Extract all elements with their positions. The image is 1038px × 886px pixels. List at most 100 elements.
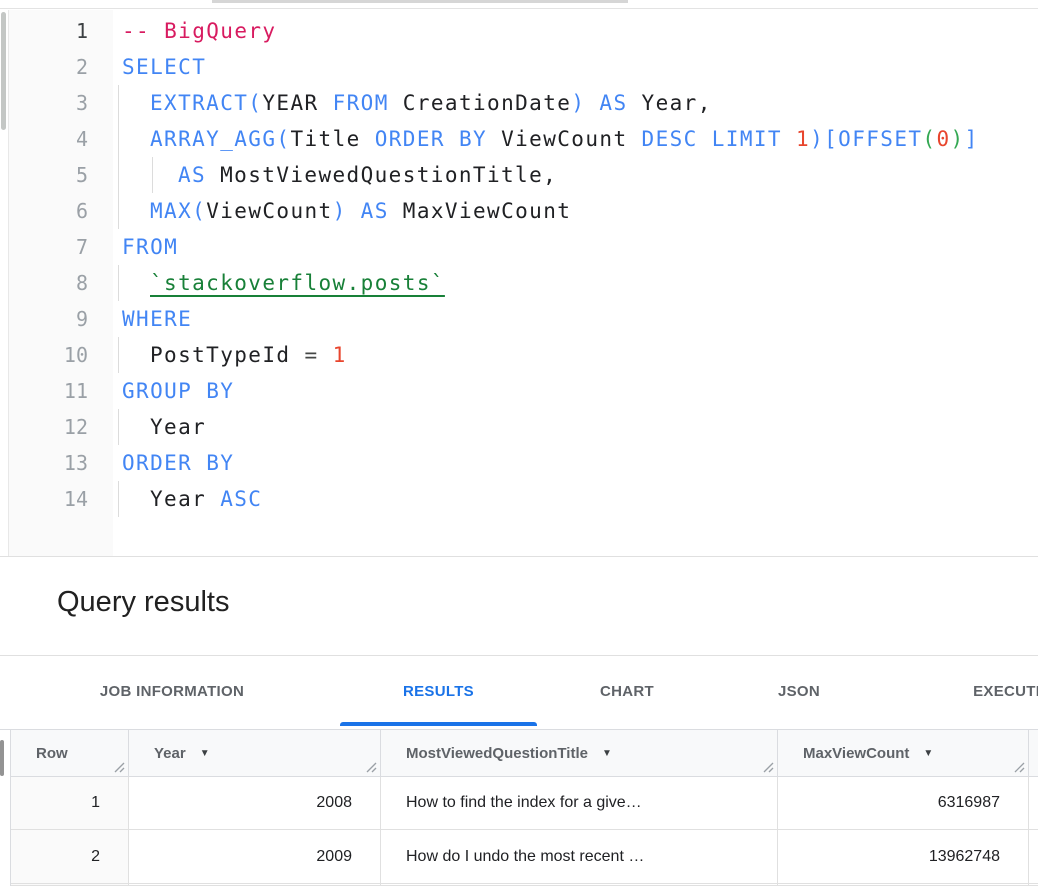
- table-reference-link[interactable]: `stackoverflow.posts`: [150, 271, 445, 295]
- code-text: -- BigQuery: [122, 13, 276, 49]
- code-line-10: 10 PostTypeId = 1: [0, 337, 1038, 373]
- code-text: WHERE: [122, 301, 192, 337]
- code-token-op: =: [304, 343, 332, 367]
- code-text: MAX(ViewCount) AS MaxViewCount: [122, 193, 571, 229]
- line-number: 6: [9, 193, 88, 229]
- cell-title: How do I undo the most recent …: [381, 830, 778, 884]
- code-token-kw: GROUP BY: [122, 379, 234, 403]
- tab-execution-details[interactable]: EXECUTION DETAILS: [903, 656, 1038, 726]
- editor-tabbar-edge: [0, 0, 1038, 9]
- table-row: 22009How do I undo the most recent …1396…: [11, 830, 1038, 884]
- code-token-kw: ) AS: [333, 199, 403, 223]
- code-text: Year ASC: [122, 481, 262, 517]
- cell-extra: [1029, 777, 1038, 830]
- code-line-9: 9WHERE: [0, 301, 1038, 337]
- cell-row: 1: [11, 777, 129, 830]
- code-text: EXTRACT(YEAR FROM CreationDate) AS Year,: [122, 85, 712, 121]
- code-line-12: 12 Year: [0, 409, 1038, 445]
- column-resize-handle[interactable]: [761, 760, 775, 774]
- table-row: 12008How to find the index for a give…63…: [11, 777, 1038, 830]
- code-token-num: 0: [936, 127, 950, 151]
- column-header-year[interactable]: Year ▼: [129, 730, 381, 777]
- editor-tab-bottom-edge: [212, 0, 628, 3]
- code-token-kw: ASC: [220, 487, 262, 511]
- code-token-num: 1: [333, 343, 347, 367]
- results-scrollbar-thumb[interactable]: [0, 740, 4, 776]
- line-number: 14: [9, 481, 88, 517]
- code-token-num: 1: [796, 127, 810, 151]
- code-lines: 1-- BigQuery2SELECT3EXTRACT(YEAR FROM Cr…: [0, 13, 1038, 517]
- tab-chart[interactable]: CHART: [561, 656, 693, 726]
- code-line-1: 1-- BigQuery: [0, 13, 1038, 49]
- code-token-comment: -- BigQuery: [122, 19, 276, 43]
- line-number: 7: [9, 229, 88, 265]
- code-text: Year: [122, 409, 206, 445]
- column-header-max[interactable]: MaxViewCount▼: [778, 730, 1029, 777]
- tab-results[interactable]: RESULTS: [340, 656, 537, 726]
- code-token-kw: )[OFFSET: [810, 127, 922, 151]
- code-token-kw: SELECT: [122, 55, 206, 79]
- line-number: 13: [9, 445, 88, 481]
- query-results-title: Query results: [57, 586, 229, 619]
- code-text: PostTypeId = 1: [122, 337, 347, 373]
- indent-guide: [118, 481, 119, 517]
- table-header-row: RowYear▼MostViewedQuestionTitle▼MaxViewC…: [11, 730, 1038, 777]
- results-table: RowYear▼MostViewedQuestionTitle▼MaxViewC…: [10, 730, 1038, 886]
- tab-json[interactable]: JSON: [743, 656, 855, 726]
- code-line-6: 6 MAX(ViewCount) AS MaxViewCount: [0, 193, 1038, 229]
- sql-editor[interactable]: 1-- BigQuery2SELECT3EXTRACT(YEAR FROM Cr…: [0, 10, 1038, 556]
- line-number: 11: [9, 373, 88, 409]
- code-token-kw: ) AS: [571, 91, 641, 115]
- column-label: MostViewedQuestionTitle: [406, 745, 588, 762]
- code-token-id: ViewCount: [501, 127, 641, 151]
- code-line-11: 11 GROUP BY: [0, 373, 1038, 409]
- column-menu-arrow-icon[interactable]: ▼: [200, 748, 210, 759]
- code-line-2: 2 SELECT: [0, 49, 1038, 85]
- indent-guide: [118, 193, 119, 229]
- cell-row: 2: [11, 830, 129, 884]
- code-token-id: Year: [150, 487, 220, 511]
- indent-guide: [118, 265, 119, 301]
- code-line-14: 14 Year ASC: [0, 481, 1038, 517]
- column-label: Year: [154, 745, 186, 762]
- column-header-title[interactable]: MostViewedQuestionTitle ▼: [381, 730, 778, 777]
- line-number: 3: [9, 85, 88, 121]
- code-line-13: 13 ORDER BY: [0, 445, 1038, 481]
- line-number: 4: [9, 121, 88, 157]
- code-token-kw: ARRAY_AGG(: [150, 127, 290, 151]
- line-number: 2: [9, 49, 88, 85]
- code-token-p2: (: [922, 127, 936, 151]
- code-text: SELECT: [122, 49, 206, 85]
- column-resize-handle[interactable]: [112, 760, 126, 774]
- code-token-kw: WHERE: [122, 307, 192, 331]
- column-header-extra: [1029, 730, 1038, 777]
- column-resize-handle[interactable]: [1012, 760, 1026, 774]
- tab-job-information[interactable]: JOB INFORMATION: [34, 656, 310, 726]
- code-token-id: MostViewedQuestionTitle,: [220, 163, 557, 187]
- column-menu-arrow-icon[interactable]: ▼: [923, 748, 933, 759]
- column-resize-handle[interactable]: [364, 760, 378, 774]
- code-token-kw: DESC LIMIT: [642, 127, 796, 151]
- cell-title: How to find the index for a give…: [381, 777, 778, 830]
- code-line-4: 4ARRAY_AGG(Title ORDER BY ViewCount DESC…: [0, 121, 1038, 157]
- editor-results-divider: [0, 556, 1038, 557]
- code-token-id: CreationDate: [403, 91, 572, 115]
- line-number: 10: [9, 337, 88, 373]
- code-token-p2: ): [951, 127, 965, 151]
- code-token-kw: FROM: [122, 235, 178, 259]
- line-number: 12: [9, 409, 88, 445]
- cell-year: 2008: [129, 777, 381, 830]
- column-header-row: Row: [11, 730, 129, 777]
- code-token-id: YEAR: [262, 91, 332, 115]
- indent-guide: [118, 85, 119, 121]
- indent-guide: [118, 157, 119, 193]
- cell-max: 6316987: [778, 777, 1029, 830]
- code-text: ORDER BY: [122, 445, 234, 481]
- column-menu-arrow-icon[interactable]: ▼: [602, 748, 612, 759]
- line-number: 8: [9, 265, 88, 301]
- indent-guide: [118, 337, 119, 373]
- code-token-id: Year: [150, 415, 206, 439]
- line-number: 5: [9, 157, 88, 193]
- code-token-kw: FROM: [333, 91, 403, 115]
- cell-max: 13962748: [778, 830, 1029, 884]
